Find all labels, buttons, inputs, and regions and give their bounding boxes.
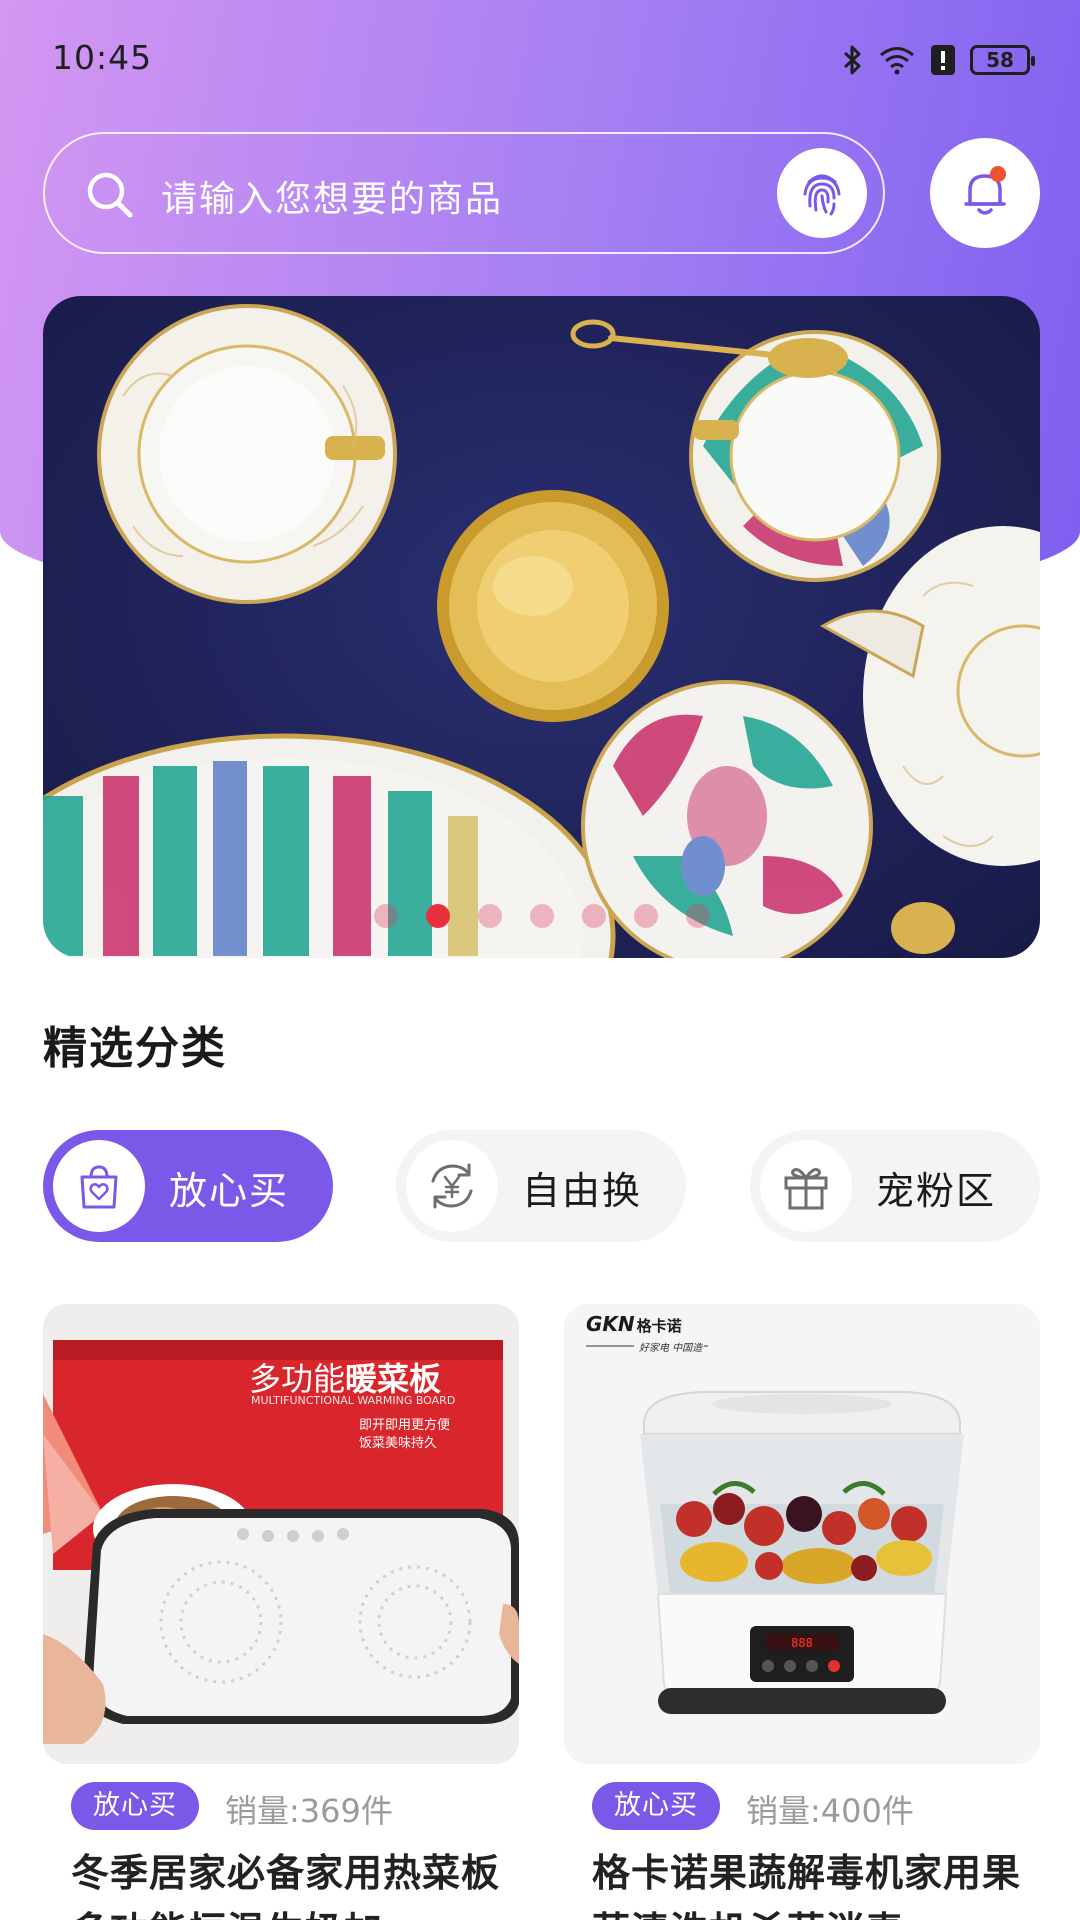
- gift-icon: [784, 1168, 828, 1210]
- product-image: 888 GKN 格卡诺 好家电 中国造: [564, 1304, 1040, 1764]
- category-label: 宠粉区: [876, 1169, 997, 1213]
- product-title[interactable]: 冬季居家必备家用热菜板多功能恒温生奶加: [71, 1844, 511, 1920]
- battery-icon: 58: [970, 45, 1035, 75]
- notification-button[interactable]: [930, 138, 1040, 248]
- carousel-dot[interactable]: [633, 904, 658, 928]
- category-icon-wrap: [406, 1140, 498, 1232]
- section-title: 精选分类: [43, 1023, 227, 1074]
- category-label: 放心买: [169, 1169, 290, 1213]
- category-icon-wrap: [53, 1140, 145, 1232]
- carousel-dot[interactable]: [581, 904, 606, 928]
- product-sales: 销量:369件: [225, 1792, 393, 1830]
- category-label: 自由换: [522, 1169, 643, 1213]
- carousel-dot-active[interactable]: [425, 904, 450, 928]
- carousel-dot[interactable]: [477, 904, 502, 928]
- brand-logo: GKN: [586, 1312, 635, 1336]
- brand-slogan: 好家电 中国造: [639, 1343, 703, 1354]
- wifi-icon: [880, 47, 914, 75]
- category-chongfenqu[interactable]: 宠粉区: [750, 1130, 1040, 1242]
- search-input[interactable]: 请输入您想要的商品: [161, 170, 503, 222]
- bluetooth-icon: [843, 45, 861, 75]
- image-headline-a: 多功能: [249, 1360, 346, 1398]
- banner-image: [43, 304, 1040, 958]
- search-bar[interactable]: 请输入您想要的商品: [43, 132, 885, 254]
- image-subtitle: MULTIFUNCTIONAL WARMING BOARD: [251, 1394, 456, 1407]
- fruit-washer-image: 888: [564, 1304, 1040, 1764]
- carousel-indicators: [43, 904, 1040, 928]
- image-line-1: 即开即用更方便: [359, 1418, 451, 1433]
- brand-cn: 格卡诺: [636, 1317, 682, 1335]
- fingerprint-icon: [803, 174, 841, 216]
- svg-text:888: 888: [791, 1636, 813, 1650]
- notification-dot: [990, 166, 1006, 182]
- carousel-dot[interactable]: [685, 904, 710, 928]
- carousel-dot[interactable]: [529, 904, 554, 928]
- product-sales: 销量:400件: [746, 1792, 914, 1830]
- category-ziyouhuan[interactable]: 自由换: [396, 1130, 686, 1242]
- banner-carousel[interactable]: [43, 296, 1040, 958]
- category-fangxinmai[interactable]: 放心买: [43, 1130, 333, 1242]
- product-card[interactable]: 888 GKN 格卡诺 好家电 中国造 放心买 销量:400件 格卡诺果蔬解毒机家…: [564, 1304, 1040, 1920]
- search-icon: [87, 172, 133, 218]
- alert-icon: [931, 45, 955, 75]
- status-icons: 58: [842, 42, 1035, 78]
- product-image: 多功能暖菜板 MULTIFUNCTIONAL WARMING BOARD 即开即…: [43, 1304, 519, 1764]
- product-tag: 放心买: [592, 1782, 720, 1830]
- category-icon-wrap: [760, 1140, 852, 1232]
- product-tag: 放心买: [71, 1782, 199, 1830]
- carousel-dot[interactable]: [373, 904, 398, 928]
- heart-bag-icon: [80, 1165, 118, 1209]
- fingerprint-button[interactable]: [777, 148, 867, 238]
- yuan-exchange-icon: [431, 1163, 473, 1209]
- battery-level: 58: [986, 48, 1014, 72]
- image-line-2: 饭菜美味持久: [359, 1436, 438, 1451]
- image-headline-b: 暖菜板: [345, 1360, 442, 1398]
- status-time: 10:45: [52, 38, 153, 77]
- status-bar: 10:45 58: [0, 0, 1080, 120]
- product-title[interactable]: 格卡诺果蔬解毒机家用果蔬清洗机杀菌消毒: [592, 1844, 1032, 1920]
- product-card[interactable]: 多功能暖菜板 MULTIFUNCTIONAL WARMING BOARD 即开即…: [43, 1304, 519, 1920]
